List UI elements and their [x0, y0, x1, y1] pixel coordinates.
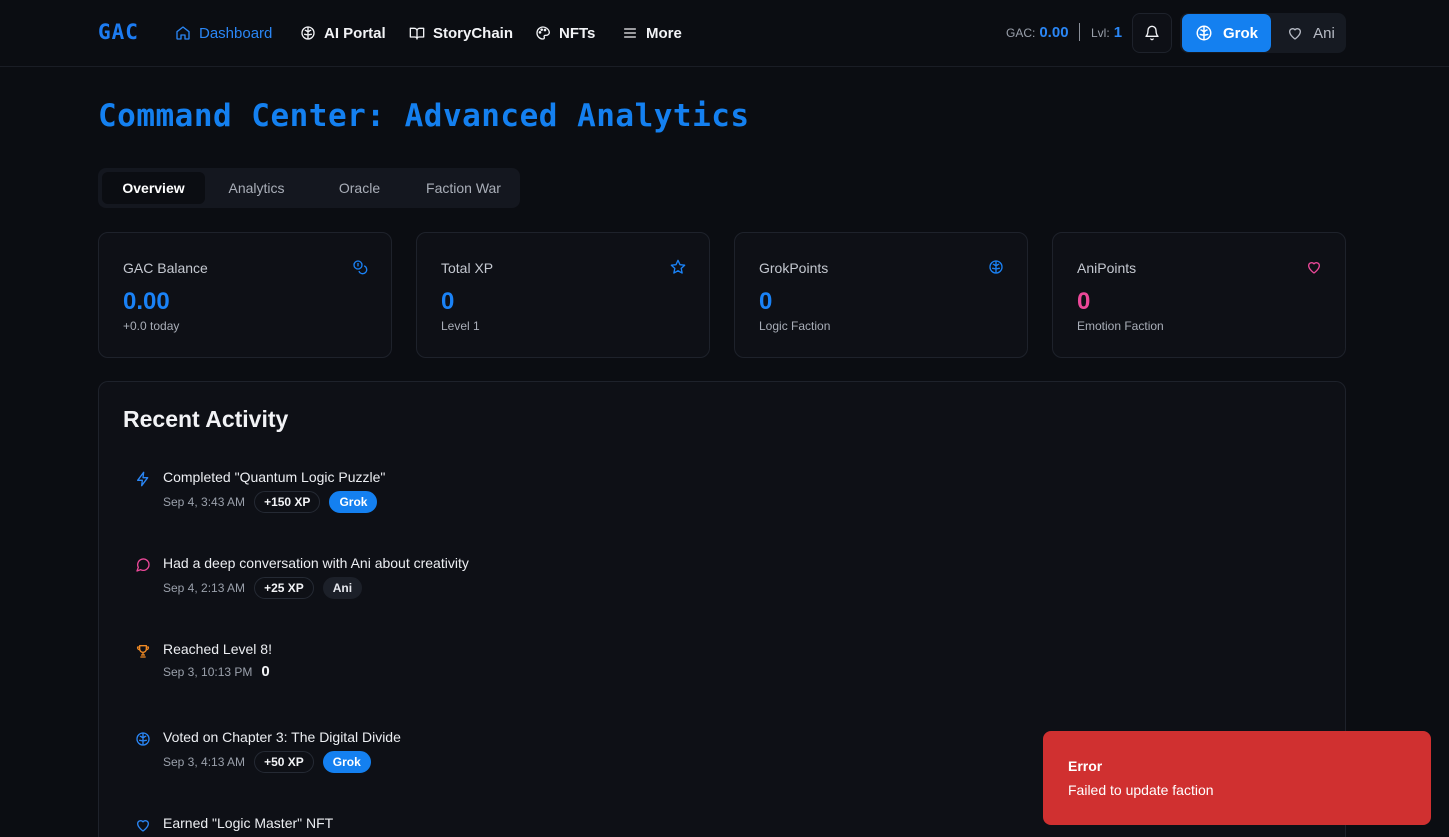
trophy-icon: [136, 645, 150, 658]
lightning-icon: [137, 471, 149, 487]
nav-more-label: More: [646, 24, 682, 42]
stat-card-label: Total XP: [441, 260, 494, 276]
activity-time: Sep 4, 3:43 AM: [163, 495, 246, 509]
stat-card-value: 0: [759, 288, 773, 315]
stat-card-label: AniPoints: [1077, 260, 1137, 276]
toast-title: Error: [1068, 758, 1103, 774]
brain-icon: [1196, 25, 1212, 41]
faction-ani-button[interactable]: Ani: [1277, 14, 1345, 52]
activity-time: Sep 4, 2:13 AM: [163, 581, 246, 595]
xp-badge: +25 XP: [254, 577, 314, 599]
stat-card-value: 0: [1077, 288, 1091, 315]
stat-card-value: 0: [441, 288, 455, 315]
stat-card-sub: Level 1: [441, 319, 480, 333]
gac-value: 0.00: [1039, 24, 1069, 41]
faction-badge: Ani: [322, 577, 363, 599]
brain-icon: [301, 26, 315, 40]
stat-card-grokpoints: GrokPoints 0 Logic Faction: [734, 232, 1028, 358]
faction-toggle: Grok Ani: [1180, 13, 1346, 53]
nav-nfts[interactable]: NFTs: [535, 22, 595, 44]
logo[interactable]: GAC: [98, 20, 139, 44]
activity-time: Sep 3, 4:13 AM: [163, 755, 246, 769]
divider: [1079, 23, 1080, 41]
gac-label: GAC:: [1006, 26, 1036, 40]
activity-text: Voted on Chapter 3: The Digital Divide: [163, 729, 401, 745]
faction-grok-button[interactable]: Grok: [1182, 14, 1271, 52]
stat-card-label: GAC Balance: [123, 260, 208, 276]
faction-ani-label: Ani: [1313, 24, 1335, 42]
level-indicator: Lvl: 1: [1091, 24, 1122, 41]
stat-card-sub: +0.0 today: [123, 319, 180, 333]
nav-storychain[interactable]: StoryChain: [409, 22, 513, 44]
tab-overview[interactable]: Overview: [102, 172, 205, 204]
menu-icon: [624, 28, 636, 38]
nav-ai-portal[interactable]: AI Portal: [300, 22, 386, 44]
heart-icon: [1308, 262, 1320, 274]
xp-badge: +50 XP: [254, 751, 314, 773]
error-toast[interactable]: Error Failed to update faction: [1043, 731, 1431, 825]
faction-badge: Grok: [322, 751, 371, 773]
tab-analytics[interactable]: Analytics: [205, 172, 308, 204]
nav-nfts-label: NFTs: [559, 24, 596, 42]
nav-more[interactable]: More: [622, 22, 682, 44]
activity-text: Reached Level 8!: [163, 641, 272, 657]
coins-icon: [353, 260, 368, 275]
stat-card-sub: Logic Faction: [759, 319, 831, 333]
chat-bubble-icon: [136, 558, 150, 572]
xp-badge: +150 XP: [254, 491, 321, 513]
tab-bar: Overview Analytics Oracle Faction War: [98, 168, 520, 208]
nav-dashboard-label: Dashboard: [199, 24, 273, 42]
brain-icon: [989, 260, 1003, 274]
faction-badge: Grok: [329, 491, 378, 513]
star-icon: [670, 259, 686, 274]
lvl-value: 1: [1113, 24, 1123, 41]
bell-icon: [1145, 25, 1159, 41]
activity-text: Had a deep conversation with Ani about c…: [163, 555, 469, 571]
activity-text: Earned "Logic Master" NFT: [163, 815, 334, 831]
activity-extra: 0: [261, 663, 270, 680]
lvl-label: Lvl:: [1091, 26, 1110, 40]
stat-card-total-xp: Total XP 0 Level 1: [416, 232, 710, 358]
stat-card-anipoints: AniPoints 0 Emotion Faction: [1052, 232, 1346, 358]
section-title: Recent Activity: [123, 406, 289, 432]
stat-card-label: GrokPoints: [759, 260, 829, 276]
toast-message: Failed to update faction: [1068, 782, 1214, 798]
nav-ai-portal-label: AI Portal: [324, 24, 386, 42]
stat-card-gac-balance: GAC Balance 0.00 +0.0 today: [98, 232, 392, 358]
tab-faction-war[interactable]: Faction War: [411, 172, 516, 204]
activity-time: Sep 3, 10:13 PM: [163, 664, 253, 679]
page-title: Command Center: Advanced Analytics: [98, 98, 750, 134]
nav-dashboard[interactable]: Dashboard: [175, 22, 272, 44]
nav-storychain-label: StoryChain: [433, 24, 514, 42]
stat-card-value: 0.00: [123, 288, 170, 315]
heart-icon: [1289, 28, 1302, 40]
stat-card-sub: Emotion Faction: [1077, 319, 1164, 333]
tab-oracle[interactable]: Oracle: [308, 172, 411, 204]
top-nav: GAC Dashboard AI Portal StoryChain NFTs …: [0, 0, 1449, 67]
heart-icon: [137, 820, 149, 832]
notifications-button[interactable]: [1132, 13, 1172, 53]
activity-text: Completed "Quantum Logic Puzzle": [163, 469, 386, 485]
brain-icon: [136, 732, 150, 746]
faction-grok-label: Grok: [1222, 24, 1258, 42]
gac-balance-indicator: GAC: 0.00: [1006, 24, 1069, 41]
book-icon: [409, 27, 425, 40]
home-icon: [176, 26, 190, 40]
palette-icon: [536, 26, 550, 40]
